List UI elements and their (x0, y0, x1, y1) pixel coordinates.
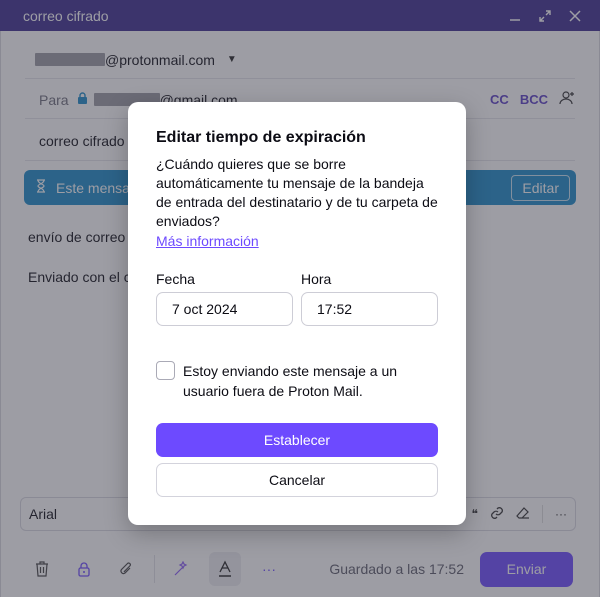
external-recipient-checkbox[interactable] (156, 361, 175, 380)
expiration-modal: Editar tiempo de expiración ¿Cuándo quie… (128, 102, 466, 525)
modal-title: Editar tiempo de expiración (156, 129, 366, 146)
cancel-button[interactable]: Cancelar (156, 463, 438, 497)
external-recipient-label[interactable]: Estoy enviando este mensaje a un usuario… (183, 361, 438, 401)
learn-more-link[interactable]: Más información (156, 233, 259, 249)
time-input[interactable]: 17:52 (301, 292, 438, 326)
datetime-fields: Fecha 7 oct 2024 Hora 17:52 (156, 271, 438, 326)
external-recipient-option: Estoy enviando este mensaje a un usuario… (156, 361, 438, 401)
date-label: Fecha (156, 271, 195, 287)
modal-description: ¿Cuándo quieres que se borre automáticam… (156, 156, 438, 229)
date-field-group: Fecha 7 oct 2024 (156, 271, 293, 326)
set-button[interactable]: Establecer (156, 423, 438, 457)
time-label: Hora (301, 271, 332, 287)
time-field-group: Hora 17:52 (301, 271, 438, 326)
date-input[interactable]: 7 oct 2024 (156, 292, 293, 326)
